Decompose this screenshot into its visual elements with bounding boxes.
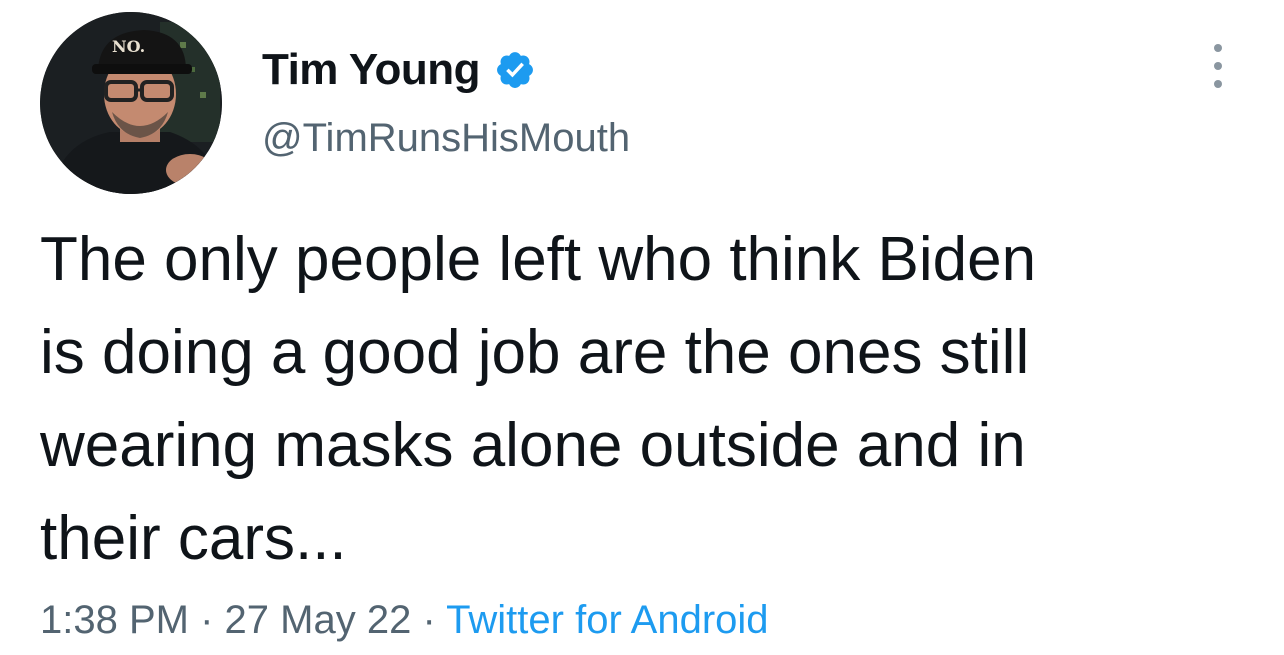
tweet-text: The only people left who think Biden is … bbox=[40, 225, 1037, 573]
tweet-meta: 1:38 PM · 27 May 22 · Twitter for Androi… bbox=[40, 598, 769, 643]
tweet-source-link[interactable]: Twitter for Android bbox=[446, 598, 768, 642]
tweet-time[interactable]: 1:38 PM bbox=[40, 598, 189, 642]
avatar-hat-text: NO. bbox=[112, 37, 145, 56]
more-options-icon[interactable] bbox=[1208, 44, 1228, 88]
author-handle[interactable]: @TimRunsHisMouth bbox=[262, 116, 630, 161]
tweet-date[interactable]: 27 May 22 bbox=[225, 598, 412, 642]
more-dot bbox=[1214, 80, 1222, 88]
more-dot bbox=[1214, 62, 1222, 70]
verified-badge-icon bbox=[494, 49, 536, 91]
meta-separator: · bbox=[200, 598, 214, 642]
more-dot bbox=[1214, 44, 1222, 52]
meta-separator: · bbox=[422, 598, 436, 642]
author-name-row: Tim Young bbox=[262, 42, 536, 98]
avatar[interactable]: NO. bbox=[40, 12, 222, 194]
avatar-photo: NO. bbox=[40, 12, 222, 194]
author-display-name[interactable]: Tim Young bbox=[262, 45, 480, 95]
